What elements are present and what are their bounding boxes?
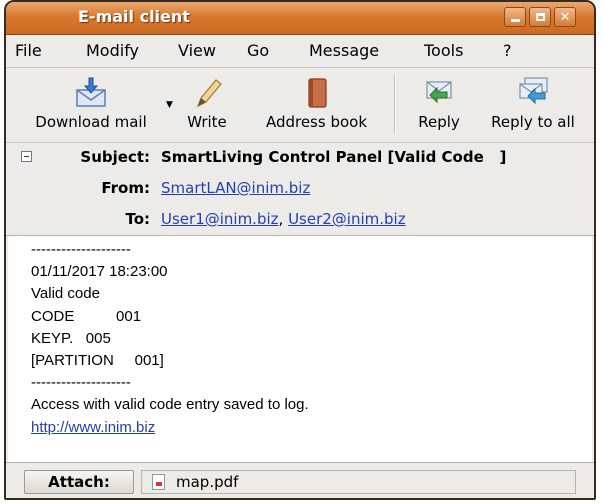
subject-label: Subject:: [80, 148, 150, 166]
to-recipients: User1@inim.biz, User2@inim.biz: [161, 210, 406, 228]
title-bar[interactable]: E-mail client ✕: [6, 2, 594, 35]
attachment-bar: Attach: map.pdf: [6, 462, 594, 498]
menu-modify[interactable]: Modify: [86, 41, 139, 60]
address-book-button[interactable]: Address book: [254, 68, 379, 142]
write-label: Write: [187, 113, 227, 131]
body-link[interactable]: http://www.inim.biz: [31, 419, 155, 436]
body-line: --------------------: [31, 374, 131, 392]
to-separator: ,: [278, 210, 289, 228]
write-button[interactable]: Write: [177, 68, 237, 142]
reply-icon: [426, 81, 452, 104]
email-client-window: E-mail client ✕ File Modify View Go Mess…: [4, 0, 596, 500]
body-line: 01/11/2017 18:23:00: [31, 263, 168, 281]
address-book-icon: [307, 78, 327, 108]
attach-label: Attach:: [24, 470, 134, 494]
message-body[interactable]: -------------------- 01/11/2017 18:23:00…: [6, 236, 594, 462]
menu-message[interactable]: Message: [309, 41, 379, 60]
message-header: Subject: SmartLiving Control Panel [Vali…: [6, 143, 594, 236]
close-button[interactable]: ✕: [554, 7, 576, 27]
body-line: [PARTITION 001]: [31, 351, 164, 369]
to-label: To:: [125, 210, 150, 228]
subject-value: SmartLiving Control Panel [Valid Code ]: [161, 148, 507, 166]
minimize-button[interactable]: [504, 7, 526, 27]
collapse-header-toggle[interactable]: [21, 151, 32, 162]
from-address-link[interactable]: SmartLAN@inim.biz: [161, 179, 310, 197]
menu-view[interactable]: View: [178, 41, 216, 60]
from-label: From:: [101, 179, 150, 197]
window-title: E-mail client: [78, 7, 190, 26]
menu-tools[interactable]: Tools: [424, 41, 463, 60]
menu-help[interactable]: ?: [503, 41, 512, 60]
body-line: Access with valid code entry saved to lo…: [31, 396, 309, 414]
body-line: CODE 001: [31, 307, 142, 325]
close-icon: ✕: [559, 9, 571, 25]
attachment-item[interactable]: map.pdf: [141, 470, 576, 494]
body-line: KEYP. 005: [31, 329, 111, 347]
pencil-icon: [196, 79, 222, 108]
toolbar: Download mail ▼ Write Address book Reply…: [6, 68, 594, 143]
toolbar-separator: [394, 74, 396, 134]
reply-to-all-button[interactable]: Reply to all: [482, 68, 584, 142]
reply-label: Reply: [418, 113, 460, 131]
reply-all-icon: [519, 77, 548, 105]
to-address-link-2[interactable]: User2@inim.biz: [288, 210, 406, 228]
maximize-icon: [535, 13, 545, 21]
to-address-link-1[interactable]: User1@inim.biz: [161, 210, 279, 228]
attachment-filename: map.pdf: [176, 473, 239, 491]
download-mail-label: Download mail: [35, 113, 147, 131]
pdf-file-icon: [152, 474, 165, 490]
menu-file[interactable]: File: [15, 41, 42, 60]
menu-go[interactable]: Go: [247, 41, 269, 60]
download-mail-button[interactable]: Download mail: [16, 68, 166, 142]
address-book-label: Address book: [265, 113, 368, 131]
body-line: Valid code: [31, 285, 100, 303]
minimize-icon: [510, 19, 520, 22]
reply-button[interactable]: Reply: [408, 68, 470, 142]
body-line: --------------------: [31, 241, 131, 258]
menu-bar: File Modify View Go Message Tools ?: [6, 35, 594, 68]
maximize-button[interactable]: [529, 7, 551, 27]
reply-to-all-label: Reply to all: [491, 113, 575, 131]
download-dropdown-arrow[interactable]: ▼: [166, 100, 173, 110]
download-mail-icon: [76, 77, 106, 107]
